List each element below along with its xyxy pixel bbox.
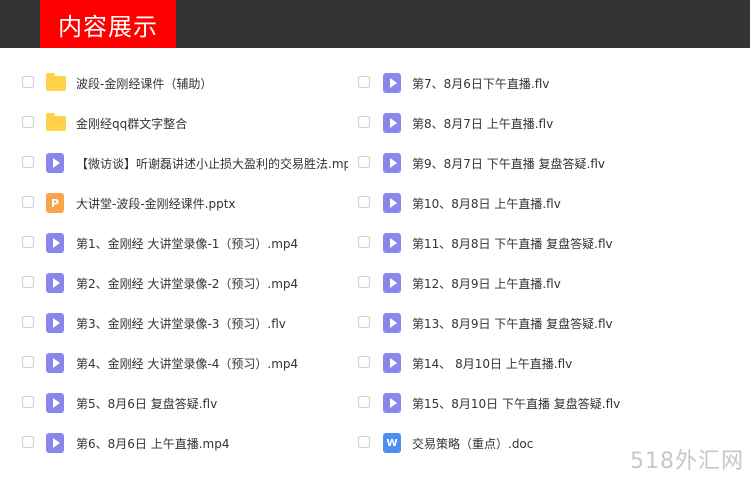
file-name: 第14、 8月10日 上午直播.flv: [412, 357, 573, 371]
video-file-icon: [383, 353, 401, 373]
file-name: 第12、8月9日 上午直播.flv: [412, 277, 561, 291]
list-item[interactable]: 【微访谈】听谢磊讲述小止损大盈利的交易胜法.mp: [0, 143, 370, 183]
file-name: 第15、8月10日 下午直播 复盘答疑.flv: [412, 397, 621, 411]
video-file-icon: [383, 273, 401, 293]
file-name: 金刚经qq群文字整合: [76, 117, 188, 131]
list-item[interactable]: 第4、金刚经 大讲堂录像-4（预习）.mp4: [0, 343, 370, 383]
video-file-icon: [383, 313, 401, 333]
folder-icon: [46, 113, 66, 131]
file-name: 第7、8月6日下午直播.flv: [412, 77, 550, 91]
watermark: 518外汇网: [630, 449, 744, 474]
checkbox[interactable]: [358, 236, 370, 248]
checkbox[interactable]: [22, 316, 34, 328]
video-file-icon: [46, 393, 64, 413]
list-item[interactable]: 第3、金刚经 大讲堂录像-3（预习）.flv: [0, 303, 370, 343]
list-item[interactable]: 第13、8月9日 下午直播 复盘答疑.flv: [340, 303, 750, 343]
file-list-right: 第7、8月6日下午直播.flv 第8、8月7日 上午直播.flv 第9、8月7日…: [340, 63, 750, 463]
list-item[interactable]: 第15、8月10日 下午直播 复盘答疑.flv: [340, 383, 750, 423]
ppt-file-icon: P: [46, 193, 64, 213]
checkbox[interactable]: [358, 116, 370, 128]
file-name: 交易策略（重点）.doc: [412, 437, 534, 451]
list-item[interactable]: 第2、金刚经 大讲堂录像-2（预习）.mp4: [0, 263, 370, 303]
checkbox[interactable]: [358, 76, 370, 88]
checkbox[interactable]: [358, 396, 370, 408]
video-file-icon: [383, 393, 401, 413]
file-name: 第5、8月6日 复盘答疑.flv: [76, 397, 218, 411]
list-item[interactable]: 第12、8月9日 上午直播.flv: [340, 263, 750, 303]
list-item[interactable]: 第10、8月8日 上午直播.flv: [340, 183, 750, 223]
checkbox[interactable]: [22, 76, 34, 88]
list-item[interactable]: 第7、8月6日下午直播.flv: [340, 63, 750, 103]
list-item[interactable]: 第11、8月8日 下午直播 复盘答疑.flv: [340, 223, 750, 263]
video-file-icon: [46, 313, 64, 333]
file-name: 第8、8月7日 上午直播.flv: [412, 117, 554, 131]
list-item[interactable]: 第8、8月7日 上午直播.flv: [340, 103, 750, 143]
file-name: 【微访谈】听谢磊讲述小止损大盈利的交易胜法.mp: [76, 157, 348, 171]
file-name: 第2、金刚经 大讲堂录像-2（预习）.mp4: [76, 277, 299, 291]
checkbox[interactable]: [358, 156, 370, 168]
checkbox[interactable]: [22, 356, 34, 368]
word-file-icon: W: [383, 433, 401, 453]
video-file-icon: [383, 233, 401, 253]
list-item[interactable]: 第6、8月6日 上午直播.mp4: [0, 423, 370, 463]
file-name: 第9、8月7日 下午直播 复盘答疑.flv: [412, 157, 606, 171]
checkbox[interactable]: [358, 276, 370, 288]
list-item[interactable]: 第14、 8月10日 上午直播.flv: [340, 343, 750, 383]
list-item[interactable]: 第9、8月7日 下午直播 复盘答疑.flv: [340, 143, 750, 183]
list-item[interactable]: 波段-金刚经课件（辅助）: [0, 63, 370, 103]
page-title: 内容展示: [40, 0, 176, 48]
checkbox[interactable]: [358, 316, 370, 328]
checkbox[interactable]: [22, 436, 34, 448]
video-file-icon: [383, 153, 401, 173]
file-list-left: 波段-金刚经课件（辅助） 金刚经qq群文字整合 【微访谈】听谢磊讲述小止损大盈利…: [0, 63, 370, 463]
checkbox[interactable]: [22, 276, 34, 288]
checkbox[interactable]: [22, 196, 34, 208]
file-name: 第1、金刚经 大讲堂录像-1（预习）.mp4: [76, 237, 299, 251]
video-file-icon: [383, 193, 401, 213]
list-item[interactable]: 金刚经qq群文字整合: [0, 103, 370, 143]
checkbox[interactable]: [358, 196, 370, 208]
file-name: 大讲堂-波段-金刚经课件.pptx: [76, 197, 236, 211]
checkbox[interactable]: [22, 156, 34, 168]
video-file-icon: [46, 153, 64, 173]
checkbox[interactable]: [22, 236, 34, 248]
checkbox[interactable]: [22, 116, 34, 128]
video-file-icon: [46, 233, 64, 253]
file-name: 第11、8月8日 下午直播 复盘答疑.flv: [412, 237, 613, 251]
checkbox[interactable]: [358, 436, 370, 448]
video-file-icon: [383, 113, 401, 133]
video-file-icon: [383, 73, 401, 93]
video-file-icon: [46, 353, 64, 373]
file-name: 第10、8月8日 上午直播.flv: [412, 197, 561, 211]
file-name: 波段-金刚经课件（辅助）: [76, 77, 213, 91]
checkbox[interactable]: [358, 356, 370, 368]
list-item[interactable]: P 大讲堂-波段-金刚经课件.pptx: [0, 183, 370, 223]
checkbox[interactable]: [22, 396, 34, 408]
file-name: 第6、8月6日 上午直播.mp4: [76, 437, 230, 451]
file-name: 第3、金刚经 大讲堂录像-3（预习）.flv: [76, 317, 286, 331]
top-bar: 内容展示: [0, 0, 750, 48]
file-name: 第4、金刚经 大讲堂录像-4（预习）.mp4: [76, 357, 299, 371]
video-file-icon: [46, 273, 64, 293]
video-file-icon: [46, 433, 64, 453]
list-item[interactable]: 第1、金刚经 大讲堂录像-1（预习）.mp4: [0, 223, 370, 263]
list-item[interactable]: 第5、8月6日 复盘答疑.flv: [0, 383, 370, 423]
file-name: 第13、8月9日 下午直播 复盘答疑.flv: [412, 317, 613, 331]
folder-icon: [46, 73, 66, 91]
